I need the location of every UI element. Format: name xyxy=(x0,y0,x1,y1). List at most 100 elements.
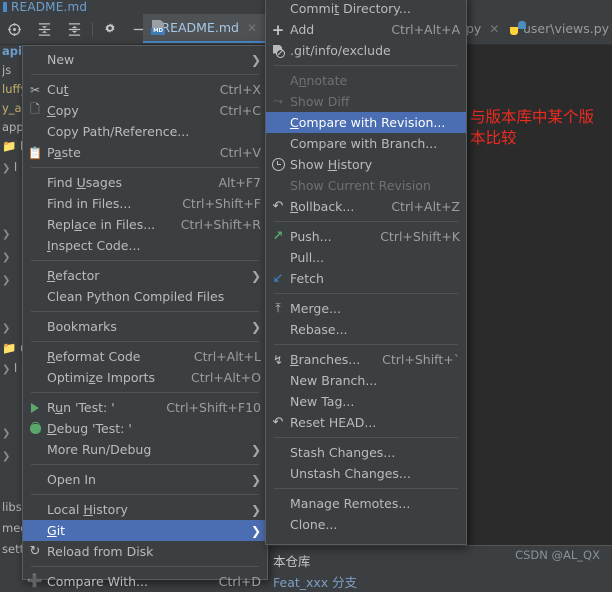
menu-item-git[interactable]: Git ❯ xyxy=(23,520,267,541)
menu-item-paste[interactable]: 📋 Paste Ctrl+V xyxy=(23,142,267,163)
menu-item-inspect-code[interactable]: Inspect Code... xyxy=(23,235,267,256)
menu-item-label: New Branch... xyxy=(290,373,378,388)
locate-icon[interactable] xyxy=(4,20,24,38)
toolbar-divider xyxy=(92,22,93,37)
chevron-right-icon[interactable]: ❯ xyxy=(2,428,10,439)
menu-item-merge[interactable]: ⤒ Merge... xyxy=(266,298,466,319)
copy-icon: 🗋 xyxy=(30,102,40,116)
menu-item-find-in-files[interactable]: Find in Files... Ctrl+Shift+F xyxy=(23,193,267,214)
fetch-icon: ↙ xyxy=(272,271,284,286)
editor-tab-label: py xyxy=(466,21,482,36)
menu-item-new-branch[interactable]: New Branch... xyxy=(266,370,466,391)
chevron-right-icon[interactable]: ❯ xyxy=(2,451,10,462)
menu-item-stash-changes[interactable]: Stash Changes... xyxy=(266,442,466,463)
menu-item-debug-test[interactable]: Debug 'Test: ' xyxy=(23,418,267,439)
menu-item-local-history[interactable]: Local History ❯ xyxy=(23,499,267,520)
menu-item-push[interactable]: ↗ Push... Ctrl+Shift+K xyxy=(266,226,466,247)
menu-item-compare-with[interactable]: ➕ Compare With... Ctrl+D xyxy=(23,571,267,592)
menu-item-label: Push... xyxy=(290,229,332,244)
menu-item-show-diff[interactable]: ⤳ Show Diff xyxy=(266,91,466,112)
menu-item-git-info-exclude[interactable]: .git/info/exclude xyxy=(266,40,466,61)
menu-item-branches[interactable]: ↯ Branches... Ctrl+Shift+` xyxy=(266,349,466,370)
chevron-right-icon[interactable]: ❯ xyxy=(2,323,10,334)
merge-icon: ⤒ xyxy=(266,301,290,316)
console-line-repo: 本仓库 xyxy=(273,554,311,569)
menu-item-clean-python-compiled-files[interactable]: Clean Python Compiled Files xyxy=(23,286,267,307)
menu-item-reformat-code[interactable]: Reformat Code Ctrl+Alt+L xyxy=(23,346,267,367)
menu-item-label: Compare with Branch... xyxy=(290,136,438,151)
menu-item-unstash-changes[interactable]: Unstash Changes... xyxy=(266,463,466,484)
file-marker-icon xyxy=(3,2,7,12)
menu-item-refactor[interactable]: Refactor ❯ xyxy=(23,265,267,286)
menu-item-show-current-revision[interactable]: Show Current Revision xyxy=(266,175,466,196)
menu-item-replace-in-files[interactable]: Replace in Files... Ctrl+Shift+R xyxy=(23,214,267,235)
menu-item-label: More Run/Debug xyxy=(47,442,152,457)
plus-icon: + xyxy=(266,22,290,37)
chevron-right-icon[interactable]: ❯ xyxy=(2,275,10,286)
settings-gear-icon[interactable] xyxy=(100,20,120,38)
close-icon[interactable]: ✕ xyxy=(489,22,499,36)
menu-item-compare-with-revision[interactable]: Compare with Revision... xyxy=(266,112,466,133)
menu-separator xyxy=(274,65,458,66)
menu-item-label: Replace in Files... xyxy=(47,217,156,232)
menu-item-manage-remotes[interactable]: Manage Remotes... xyxy=(266,493,466,514)
chevron-right-icon[interactable]: ❯ xyxy=(2,163,10,174)
menu-separator xyxy=(31,311,259,312)
menu-item-shortcut: Ctrl+Shift+F xyxy=(182,196,261,211)
chevron-right-icon[interactable]: ❯ xyxy=(2,229,10,240)
menu-item-reload-from-disk[interactable]: ↻ Reload from Disk xyxy=(23,541,267,562)
push-arrow-icon: ↗ xyxy=(272,229,284,244)
chevron-right-icon[interactable]: ❯ xyxy=(2,364,10,375)
paste-icon: 📋 xyxy=(27,145,43,160)
menu-item-run-test[interactable]: Run 'Test: ' Ctrl+Shift+F10 xyxy=(23,397,267,418)
menu-item-more-run-debug[interactable]: More Run/Debug ❯ xyxy=(23,439,267,460)
show-diff-icon: ⤳ xyxy=(273,94,283,108)
menu-item-label: Debug 'Test: ' xyxy=(47,421,132,436)
menu-item-shortcut: Ctrl+D xyxy=(218,574,261,589)
menu-item-label: Branches... xyxy=(290,352,361,367)
menu-item-rollback[interactable]: ↶ Rollback... Ctrl+Alt+Z xyxy=(266,196,466,217)
menu-item-label: Fetch xyxy=(290,271,324,286)
menu-item-shortcut: Ctrl+Alt+O xyxy=(191,370,261,385)
menu-item-commit-directory[interactable]: Commit Directory... xyxy=(266,0,466,19)
menu-separator xyxy=(31,392,259,393)
menu-item-shortcut: Ctrl+Shift+R xyxy=(180,217,261,232)
editor-tab-readme[interactable]: MD README.md ✕ xyxy=(143,14,265,43)
menu-item-cut[interactable]: ✂ Cut Ctrl+X xyxy=(23,79,267,100)
scissors-icon: ✂ xyxy=(23,83,47,97)
menu-item-add[interactable]: + Add Ctrl+Alt+A xyxy=(266,19,466,40)
menu-item-bookmarks[interactable]: Bookmarks ❯ xyxy=(23,316,267,337)
menu-item-compare-with-branch[interactable]: Compare with Branch... xyxy=(266,133,466,154)
close-icon[interactable]: ✕ xyxy=(247,21,257,35)
menu-item-fetch[interactable]: ↙ Fetch xyxy=(266,268,466,289)
console-line-branch: Feat_xxx 分支 xyxy=(273,575,358,590)
menu-item-label: Pull... xyxy=(290,250,325,265)
chevron-right-icon: ❯ xyxy=(250,442,261,457)
menu-item-label: Refactor xyxy=(47,268,100,283)
menu-item-label: Show Current Revision xyxy=(290,178,431,193)
menu-item-copy[interactable]: 🗋 Copy Ctrl+C xyxy=(23,100,267,121)
project-tree-label: l xyxy=(14,160,18,174)
rollback-icon: ↶ xyxy=(266,415,290,430)
chevron-right-icon[interactable]: ❯ xyxy=(2,252,10,263)
menu-item-annotate[interactable]: Annotate xyxy=(266,70,466,91)
git-submenu[interactable]: Commit Directory... + Add Ctrl+Alt+A .git/in… xyxy=(265,0,467,545)
menu-item-reset-head[interactable]: ↶ Reset HEAD... xyxy=(266,412,466,433)
file-context-menu[interactable]: New ❯ ✂ Cut Ctrl+X 🗋 Copy Ctrl+C Copy Path/Refer… xyxy=(22,45,268,589)
menu-item-rebase[interactable]: Rebase... xyxy=(266,319,466,340)
menu-item-find-usages[interactable]: Find Usages Alt+F7 xyxy=(23,172,267,193)
menu-item-pull[interactable]: Pull... xyxy=(266,247,466,268)
editor-tab-user-views[interactable]: user\views.py xyxy=(510,14,612,43)
menu-item-show-history[interactable]: Show History xyxy=(266,154,466,175)
menu-item-label: Copy xyxy=(47,103,79,118)
expand-all-icon[interactable] xyxy=(34,20,54,38)
menu-item-clone[interactable]: Clone... xyxy=(266,514,466,535)
menu-item-open-in[interactable]: Open In ❯ xyxy=(23,469,267,490)
menu-item-copy-path-reference[interactable]: Copy Path/Reference... xyxy=(23,121,267,142)
menu-item-optimize-imports[interactable]: Optimize Imports Ctrl+Alt+O xyxy=(23,367,267,388)
menu-item-new-tag[interactable]: New Tag... xyxy=(266,391,466,412)
collapse-all-icon[interactable] xyxy=(64,20,84,38)
menu-item-label: Rollback... xyxy=(290,199,355,214)
branch-icon: ↯ xyxy=(272,352,284,367)
menu-item-new[interactable]: New ❯ xyxy=(23,49,267,70)
